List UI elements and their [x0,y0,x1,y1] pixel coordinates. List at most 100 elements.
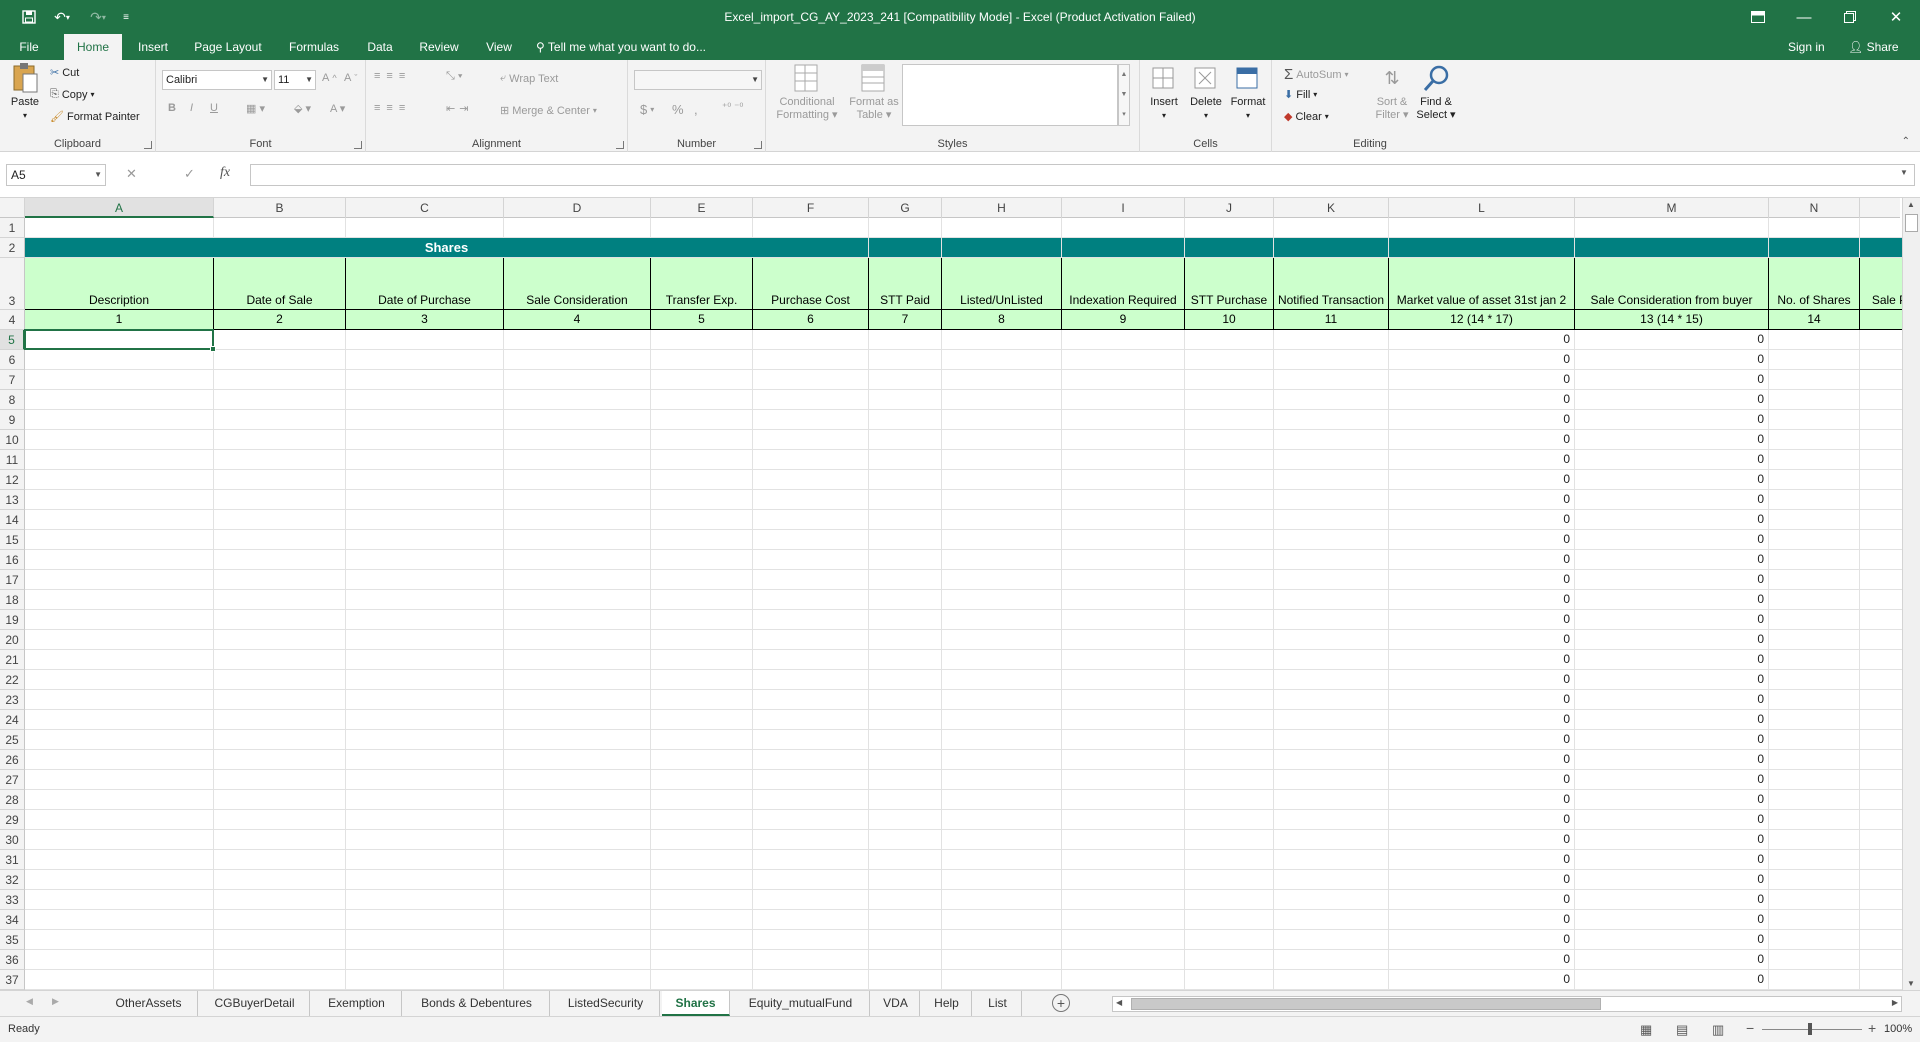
cell[interactable] [214,530,346,550]
cell[interactable] [1769,870,1860,890]
cell[interactable] [942,530,1062,550]
value-cell[interactable]: 0 [1575,630,1769,650]
cell[interactable] [346,610,504,630]
column-header[interactable]: B [214,198,346,218]
cell[interactable] [1274,430,1389,450]
cell[interactable] [214,330,346,350]
cell[interactable] [651,350,753,370]
value-cell[interactable]: 0 [1575,870,1769,890]
value-cell[interactable]: 0 [1575,450,1769,470]
cell[interactable] [504,850,651,870]
teal-header-cell[interactable] [1185,238,1274,258]
cell[interactable] [1185,790,1274,810]
cell[interactable] [651,810,753,830]
column-header[interactable]: E [651,198,753,218]
value-cell[interactable]: 0 [1575,390,1769,410]
cell[interactable] [869,670,942,690]
cell[interactable] [651,730,753,750]
cell[interactable] [1185,810,1274,830]
cell[interactable] [1185,510,1274,530]
cell[interactable] [942,570,1062,590]
cell[interactable] [942,970,1062,990]
cell[interactable] [942,710,1062,730]
value-cell[interactable]: 0 [1389,410,1575,430]
delete-cells-button[interactable]: Delete ▾ [1186,62,1226,122]
value-cell[interactable]: 0 [1575,490,1769,510]
cell-styles-gallery[interactable] [902,64,1118,126]
column-title-cell[interactable]: Sale Consideration from buyer [1575,258,1769,310]
cell[interactable] [651,430,753,450]
value-cell[interactable]: 0 [1389,490,1575,510]
cell[interactable] [942,890,1062,910]
cell[interactable] [942,390,1062,410]
cell[interactable] [753,810,869,830]
row-header[interactable]: 5 [0,330,25,350]
cell[interactable] [651,610,753,630]
cell[interactable] [25,830,214,850]
cell[interactable] [1769,390,1860,410]
value-cell[interactable]: 0 [1575,430,1769,450]
cell[interactable] [1185,830,1274,850]
cell[interactable] [1769,750,1860,770]
row-header[interactable]: 16 [0,550,25,570]
cell[interactable] [25,950,214,970]
ribbon-display-icon[interactable] [1735,0,1781,34]
cell[interactable] [1185,850,1274,870]
fill-button[interactable]: ⬇ Fill ▾ [1284,88,1317,102]
cell[interactable] [504,670,651,690]
cell[interactable] [1769,510,1860,530]
cell[interactable] [869,530,942,550]
cell[interactable] [869,750,942,770]
name-box[interactable]: A5 ▼ [6,164,106,186]
cell[interactable] [753,770,869,790]
font-name-select[interactable]: Calibri ▼ [162,70,272,90]
value-cell[interactable]: 0 [1389,630,1575,650]
value-cell[interactable]: 0 [1575,550,1769,570]
cell[interactable] [942,370,1062,390]
close-icon[interactable]: ✕ [1873,0,1919,34]
cell[interactable] [869,730,942,750]
cell[interactable] [1062,590,1185,610]
merge-center-button[interactable]: ⊞ Merge & Center ▾ [500,104,597,118]
value-cell[interactable]: 0 [1389,650,1575,670]
cell[interactable] [942,470,1062,490]
cell[interactable] [869,330,942,350]
cell[interactable] [942,790,1062,810]
cell[interactable] [753,750,869,770]
cell[interactable] [942,930,1062,950]
bold-button[interactable]: B [168,102,176,114]
cell[interactable] [753,350,869,370]
cell[interactable] [942,750,1062,770]
cell[interactable] [25,930,214,950]
cell[interactable] [1062,830,1185,850]
section-title-cell[interactable]: Shares [25,238,869,258]
cell[interactable] [25,570,214,590]
font-size-select[interactable]: 11 ▼ [274,70,316,90]
cell[interactable] [504,970,651,990]
cell[interactable] [651,490,753,510]
cell[interactable] [1769,770,1860,790]
cell[interactable] [1062,650,1185,670]
row-header[interactable]: 27 [0,770,25,790]
cell[interactable] [25,910,214,930]
cell[interactable] [214,218,346,238]
cell[interactable] [1769,670,1860,690]
cell[interactable] [942,770,1062,790]
cell[interactable] [753,690,869,710]
cell[interactable] [651,330,753,350]
sheet-tab[interactable]: VDA [872,991,920,1016]
cell[interactable] [1062,890,1185,910]
cell[interactable] [1062,910,1185,930]
column-title-cell[interactable]: Purchase Cost [753,258,869,310]
cell[interactable] [869,410,942,430]
row-header[interactable]: 6 [0,350,25,370]
cell[interactable] [1274,810,1389,830]
scroll-down-icon[interactable]: ▼ [1907,979,1915,988]
row-header[interactable]: 14 [0,510,25,530]
column-title-cell[interactable]: Description [25,258,214,310]
cell[interactable] [869,970,942,990]
cell[interactable] [869,350,942,370]
cell[interactable] [753,410,869,430]
cell[interactable] [1062,870,1185,890]
cell[interactable] [753,430,869,450]
